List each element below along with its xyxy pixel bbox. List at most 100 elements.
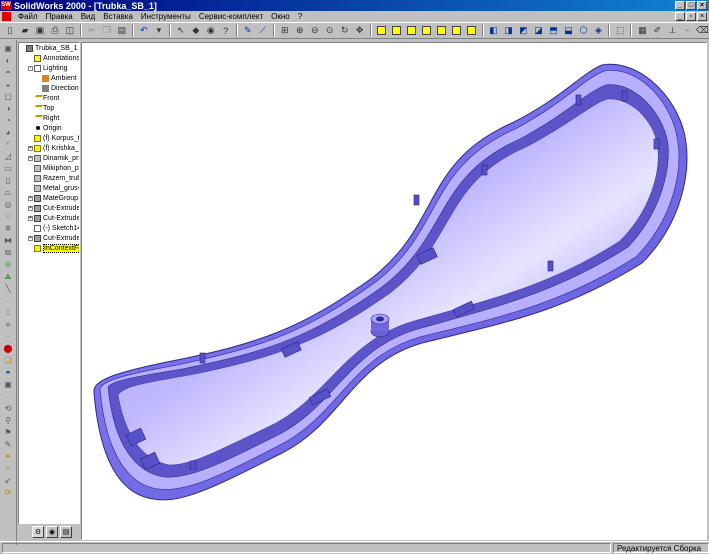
expand-toggle-icon[interactable]: + bbox=[28, 205, 33, 211]
perspective-icon[interactable] bbox=[435, 24, 449, 38]
cut-icon[interactable]: ✂ bbox=[85, 24, 99, 38]
view-back-icon[interactable]: ◨ bbox=[502, 24, 516, 38]
rib-icon[interactable]: ▭ bbox=[1, 163, 15, 174]
tree-item[interactable]: + Cut-Extrude6 bbox=[19, 233, 79, 243]
tree-item[interactable]: + (f) Krishka_tru bbox=[19, 143, 79, 153]
property-manager-tab[interactable]: ◉ bbox=[46, 526, 58, 538]
tree-item[interactable]: + Cut-Extrude4 bbox=[19, 203, 79, 213]
undo-dropdown-icon[interactable]: ▾ bbox=[152, 24, 166, 38]
shaded-icon[interactable] bbox=[420, 24, 434, 38]
hidden-lines-visible-icon[interactable] bbox=[390, 24, 404, 38]
expand-toggle-icon[interactable]: + bbox=[28, 155, 33, 161]
view-isometric-icon[interactable]: ⬡ bbox=[576, 24, 590, 38]
tree-item[interactable]: + Dinamik_prig bbox=[19, 153, 79, 163]
linear-pattern-icon[interactable]: ⁙ bbox=[1, 211, 15, 222]
rebuild-assembly-icon[interactable]: ⟳ bbox=[1, 487, 15, 498]
view-right-icon[interactable]: ◪ bbox=[532, 24, 546, 38]
zoom-to-selection-icon[interactable]: ⊙ bbox=[323, 24, 337, 38]
expand-toggle-icon[interactable]: + bbox=[28, 145, 33, 151]
doc-restore-button[interactable]: ▫ bbox=[686, 12, 696, 21]
rib-feature[interactable] bbox=[621, 90, 628, 102]
relation-icon[interactable]: ⌁ bbox=[680, 24, 694, 38]
feature-manager-tree[interactable]: Trubka_SB_1 Annotations - Lighting Ambient Di… bbox=[18, 42, 80, 524]
tree-item[interactable]: Trubka_SB_1 bbox=[19, 43, 79, 53]
wireframe-icon[interactable] bbox=[375, 24, 389, 38]
rib-feature[interactable] bbox=[547, 260, 554, 272]
dimension-icon[interactable]: ⟂ bbox=[665, 24, 679, 38]
rotate-component-icon[interactable]: ⟲ bbox=[1, 403, 15, 414]
exploded-view-icon[interactable]: ✎ bbox=[1, 439, 15, 450]
reference-geometry-icon[interactable]: ⟐ bbox=[1, 259, 15, 270]
loft-cut-icon[interactable]: ◕ bbox=[1, 127, 15, 138]
mate-icon[interactable]: ⚭ bbox=[1, 367, 15, 378]
sweep-boss-icon[interactable]: ◓ bbox=[1, 67, 15, 78]
revolve-cut-icon[interactable]: ◑ bbox=[1, 103, 15, 114]
save-icon[interactable]: ▣ bbox=[33, 24, 47, 38]
undo-icon[interactable]: ↶ bbox=[137, 24, 151, 38]
stop-icon[interactable]: ⬤ bbox=[1, 343, 15, 354]
view-left-icon[interactable]: ◩ bbox=[517, 24, 531, 38]
zoom-to-fit-icon[interactable]: ⊞ bbox=[278, 24, 292, 38]
hidden-lines-removed-icon[interactable] bbox=[405, 24, 419, 38]
draft-icon[interactable]: ⏢ bbox=[1, 187, 15, 198]
rebuild-icon[interactable]: ◆ bbox=[189, 24, 203, 38]
tree-item[interactable]: Ambient bbox=[19, 73, 79, 83]
edit-part-icon[interactable]: ↙ bbox=[1, 475, 15, 486]
tree-item[interactable]: (f) Korpus_tru bbox=[19, 133, 79, 143]
configuration-manager-tab[interactable]: ▤ bbox=[60, 526, 72, 538]
doc-minimize-button[interactable]: _ bbox=[675, 12, 685, 21]
split-line-icon[interactable]: ⧉ bbox=[1, 247, 15, 258]
zoom-in-out-icon[interactable]: ⊖ bbox=[308, 24, 322, 38]
smart-dimension-icon[interactable]: ⟋ bbox=[256, 24, 270, 38]
smart-fastener-icon[interactable]: ⚲ bbox=[1, 415, 15, 426]
open-file-icon[interactable]: ▰ bbox=[18, 24, 32, 38]
interference-icon[interactable]: ⚑ bbox=[1, 427, 15, 438]
extrude-cut-icon[interactable]: ▢ bbox=[1, 91, 15, 102]
tree-item[interactable]: Annotations bbox=[19, 53, 79, 63]
section-view-icon[interactable] bbox=[450, 24, 464, 38]
sketch-entity-icon[interactable]: ⟡ bbox=[1, 319, 15, 330]
copy-icon[interactable]: ❐ bbox=[100, 24, 114, 38]
help-icon[interactable]: ? bbox=[219, 24, 233, 38]
tree-item[interactable]: + MateGroup1 bbox=[19, 193, 79, 203]
doc-close-button[interactable]: × bbox=[697, 12, 707, 21]
view-bottom-icon[interactable]: ⬓ bbox=[561, 24, 575, 38]
menu-tools[interactable]: Инструменты bbox=[137, 12, 195, 21]
pan-icon[interactable]: ✥ bbox=[353, 24, 367, 38]
expand-toggle-icon[interactable]: + bbox=[28, 235, 33, 241]
zoom-to-area-icon[interactable]: ⊕ bbox=[293, 24, 307, 38]
shell-icon[interactable]: ▯ bbox=[1, 175, 15, 186]
circular-pattern-icon[interactable]: ✲ bbox=[1, 223, 15, 234]
rib-feature[interactable] bbox=[653, 138, 660, 150]
close-button[interactable]: × bbox=[697, 1, 707, 10]
mirror-icon[interactable]: ⧓ bbox=[1, 235, 15, 246]
document-icon[interactable] bbox=[2, 12, 11, 21]
tree-item[interactable]: - Lighting bbox=[19, 63, 79, 73]
minimize-button[interactable]: _ bbox=[675, 1, 685, 10]
normal-to-icon[interactable]: ◈ bbox=[591, 24, 605, 38]
tree-item[interactable]: Front bbox=[19, 93, 79, 103]
print-preview-icon[interactable]: ◫ bbox=[63, 24, 77, 38]
tree-item[interactable]: Top bbox=[19, 103, 79, 113]
sweep-cut-icon[interactable]: ◔ bbox=[1, 115, 15, 126]
view-front-icon[interactable]: ◧ bbox=[487, 24, 501, 38]
menu-view[interactable]: Вид bbox=[77, 12, 99, 21]
tree-item[interactable]: Right bbox=[19, 113, 79, 123]
sketch-tool-icon[interactable]: ✎ bbox=[241, 24, 255, 38]
rib-feature[interactable] bbox=[481, 164, 488, 176]
view-top-icon[interactable]: ⬒ bbox=[546, 24, 560, 38]
title-bar[interactable]: SW SolidWorks 2000 - [Trubka_SB_1] _ □ × bbox=[0, 0, 709, 11]
menu-service-kit[interactable]: Сервис-комплект bbox=[195, 12, 267, 21]
menu-file[interactable]: Файл bbox=[14, 12, 42, 21]
menu-help[interactable]: ? bbox=[294, 12, 306, 21]
select-icon[interactable]: ↖ bbox=[174, 24, 188, 38]
expand-toggle-icon[interactable]: - bbox=[28, 65, 33, 71]
loft-boss-icon[interactable]: ◒ bbox=[1, 79, 15, 90]
extrude-boss-icon[interactable]: ▣ bbox=[1, 43, 15, 54]
print-icon[interactable]: ⎙ bbox=[48, 24, 62, 38]
solidworks-app-icon[interactable]: SW bbox=[1, 1, 11, 10]
menu-insert[interactable]: Вставка bbox=[99, 12, 137, 21]
insert-component-icon[interactable]: ❏ bbox=[1, 355, 15, 366]
revolve-boss-icon[interactable]: ◐ bbox=[1, 55, 15, 66]
rib-feature[interactable] bbox=[189, 460, 197, 470]
